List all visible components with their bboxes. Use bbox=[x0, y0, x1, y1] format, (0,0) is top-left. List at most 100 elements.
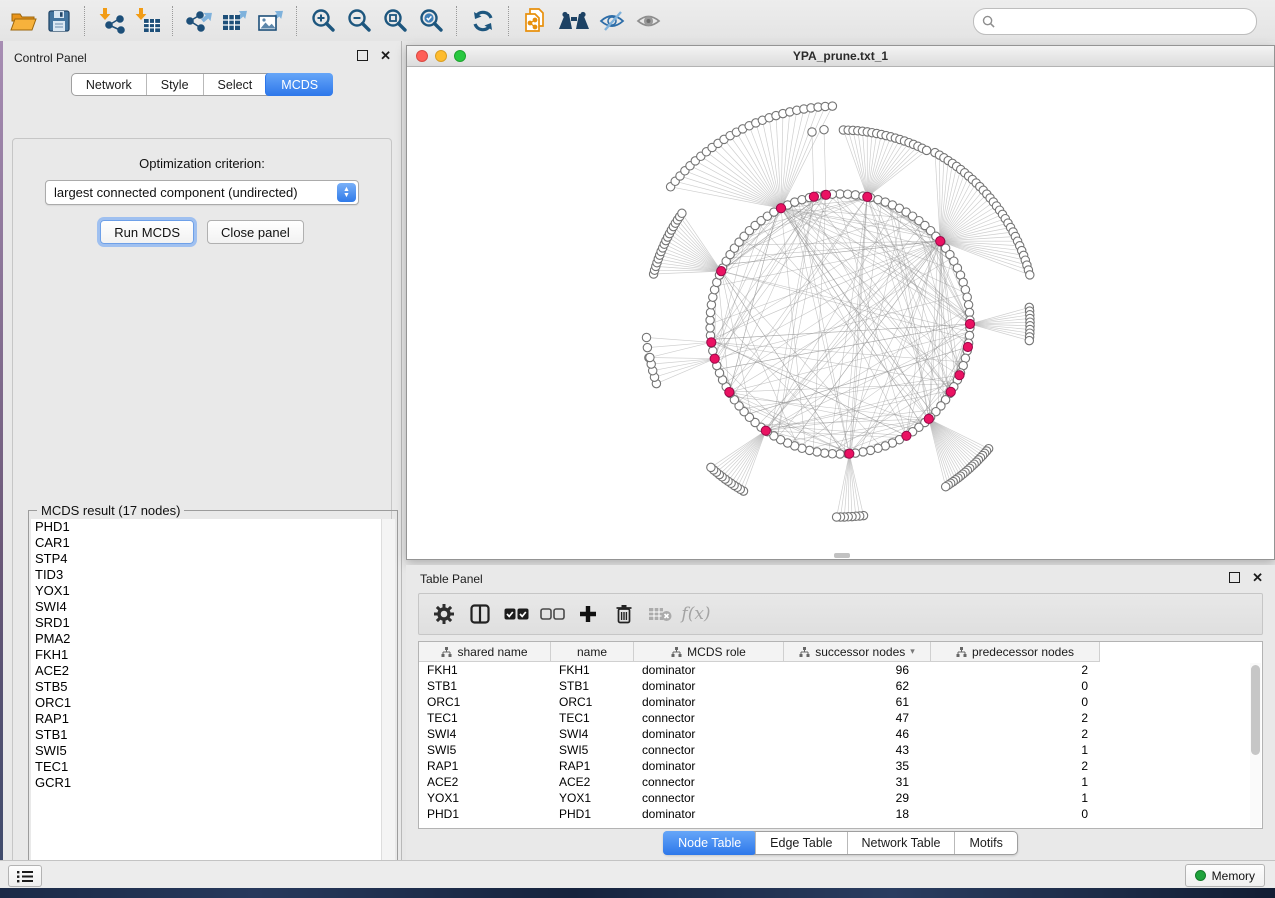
table-vscrollbar-thumb[interactable] bbox=[1251, 665, 1260, 755]
table-row[interactable]: ORC1ORC1dominator610 bbox=[419, 694, 1262, 710]
mcds-result-item[interactable]: PMA2 bbox=[31, 631, 382, 647]
toolbar-separator bbox=[172, 6, 174, 36]
table-row[interactable]: SWI4SWI4dominator462 bbox=[419, 726, 1262, 742]
network-window-titlebar[interactable]: YPA_prune.txt_1 bbox=[407, 46, 1274, 67]
mcds-result-item[interactable]: CAR1 bbox=[31, 535, 382, 551]
mcds-list-scrollbar[interactable] bbox=[381, 519, 395, 877]
hide-selected-button[interactable] bbox=[598, 6, 628, 36]
column-header-predecessor-nodes[interactable]: predecessor nodes bbox=[931, 642, 1100, 662]
close-panel-icon[interactable]: ✕ bbox=[380, 51, 391, 60]
table-settings-button[interactable] bbox=[429, 601, 459, 627]
task-list-icon bbox=[17, 870, 33, 883]
mcds-result-item[interactable]: ACE2 bbox=[31, 663, 382, 679]
float-table-panel-icon[interactable] bbox=[1229, 572, 1240, 583]
export-network-button[interactable] bbox=[184, 6, 214, 36]
tab-node-table[interactable]: Node Table bbox=[663, 831, 756, 855]
export-image-button[interactable] bbox=[256, 6, 286, 36]
tab-edge-table[interactable]: Edge Table bbox=[755, 832, 846, 854]
show-all-button[interactable] bbox=[634, 6, 664, 36]
column-header-shared-name[interactable]: shared name bbox=[419, 642, 551, 662]
export-table-button[interactable] bbox=[220, 6, 250, 36]
delete-table-button[interactable] bbox=[645, 601, 675, 627]
table-vscrollbar[interactable] bbox=[1250, 663, 1261, 827]
mcds-result-item[interactable]: GCR1 bbox=[31, 775, 382, 791]
network-hscrollbar-thumb[interactable] bbox=[834, 553, 850, 558]
tab-style[interactable]: Style bbox=[146, 74, 203, 95]
desktop-wallpaper-bottom bbox=[0, 888, 1275, 898]
column-header-name[interactable]: name bbox=[551, 642, 634, 662]
table-row[interactable]: YOX1YOX1connector291 bbox=[419, 790, 1262, 806]
mcds-result-item[interactable]: ORC1 bbox=[31, 695, 382, 711]
mcds-result-item[interactable]: FKH1 bbox=[31, 647, 382, 663]
save-session-button[interactable] bbox=[44, 6, 74, 36]
function-builder-button[interactable]: f(x) bbox=[681, 601, 711, 627]
mcds-result-item[interactable]: STB1 bbox=[31, 727, 382, 743]
export-network-icon bbox=[184, 7, 214, 34]
tab-select[interactable]: Select bbox=[203, 74, 267, 95]
mcds-result-item[interactable]: RAP1 bbox=[31, 711, 382, 727]
float-panel-icon[interactable] bbox=[357, 50, 368, 61]
minimize-window-icon[interactable] bbox=[435, 50, 447, 62]
column-header-MCDS-role[interactable]: MCDS role bbox=[634, 642, 784, 662]
zoom-in-button[interactable] bbox=[308, 6, 338, 36]
refresh-button[interactable] bbox=[468, 6, 498, 36]
import-table-button[interactable] bbox=[132, 6, 162, 36]
column-header-successor-nodes[interactable]: successor nodes▾ bbox=[784, 642, 931, 662]
save-floppy-icon bbox=[47, 9, 71, 33]
select-all-rows-button[interactable] bbox=[501, 601, 531, 627]
add-column-button[interactable] bbox=[573, 601, 603, 627]
mcds-result-item[interactable]: STP4 bbox=[31, 551, 382, 567]
zoom-out-button[interactable] bbox=[344, 6, 374, 36]
mcds-result-item[interactable]: SWI4 bbox=[31, 599, 382, 615]
search-field[interactable] bbox=[973, 8, 1257, 35]
run-mcds-button[interactable]: Run MCDS bbox=[100, 220, 194, 244]
delete-table-icon bbox=[648, 606, 672, 622]
tab-motifs[interactable]: Motifs bbox=[954, 832, 1016, 854]
table-row[interactable]: STB1STB1dominator620 bbox=[419, 678, 1262, 694]
network-graph[interactable] bbox=[407, 67, 1274, 559]
close-table-panel-icon[interactable]: ✕ bbox=[1252, 573, 1263, 582]
show-column-panel-button[interactable] bbox=[465, 601, 495, 627]
tab-network[interactable]: Network bbox=[72, 74, 146, 95]
mcds-result-item[interactable]: TEC1 bbox=[31, 759, 382, 775]
table-row[interactable]: ACE2ACE2connector311 bbox=[419, 774, 1262, 790]
mcds-result-item[interactable]: STB5 bbox=[31, 679, 382, 695]
delete-column-button[interactable] bbox=[609, 601, 639, 627]
tab-mcds[interactable]: MCDS bbox=[265, 73, 333, 96]
table-row[interactable]: FKH1FKH1dominator962 bbox=[419, 662, 1262, 678]
close-window-icon[interactable] bbox=[416, 50, 428, 62]
column-type-icon bbox=[441, 647, 452, 657]
optimization-criterion-label: Optimization criterion: bbox=[13, 156, 391, 171]
toolbar-separator bbox=[296, 6, 298, 36]
optimization-criterion-select[interactable]: largest connected component (undirected)… bbox=[45, 180, 359, 205]
duplicate-network-button[interactable] bbox=[520, 6, 550, 36]
columns-icon bbox=[470, 604, 490, 624]
find-button[interactable] bbox=[556, 6, 592, 36]
select-all-icon bbox=[504, 607, 529, 621]
import-network-button[interactable] bbox=[96, 6, 126, 36]
table-row[interactable]: RAP1RAP1dominator352 bbox=[419, 758, 1262, 774]
tab-network-table[interactable]: Network Table bbox=[847, 832, 955, 854]
maximize-window-icon[interactable] bbox=[454, 50, 466, 62]
status-bar: Memory bbox=[0, 860, 1275, 888]
mcds-result-item[interactable]: TID3 bbox=[31, 567, 382, 583]
mcds-result-item[interactable]: SWI5 bbox=[31, 743, 382, 759]
deselect-all-rows-button[interactable] bbox=[537, 601, 567, 627]
table-header-row: shared namename MCDS role successor node… bbox=[419, 642, 1262, 662]
open-session-button[interactable] bbox=[8, 6, 38, 36]
zoom-selected-button[interactable] bbox=[416, 6, 446, 36]
table-row[interactable]: TEC1TEC1connector472 bbox=[419, 710, 1262, 726]
memory-button[interactable]: Memory bbox=[1185, 864, 1265, 887]
column-type-icon bbox=[671, 647, 682, 657]
task-history-button[interactable] bbox=[8, 865, 42, 887]
table-row[interactable]: PHD1PHD1dominator180 bbox=[419, 806, 1262, 822]
toolbar-separator bbox=[84, 6, 86, 36]
mcds-result-item[interactable]: YOX1 bbox=[31, 583, 382, 599]
table-row[interactable]: SWI5SWI5connector431 bbox=[419, 742, 1262, 758]
network-canvas[interactable] bbox=[407, 67, 1274, 559]
mcds-result-item[interactable]: SRD1 bbox=[31, 615, 382, 631]
mcds-result-item[interactable]: PHD1 bbox=[31, 519, 382, 535]
zoom-fit-button[interactable] bbox=[380, 6, 410, 36]
close-panel-button[interactable]: Close panel bbox=[207, 220, 304, 244]
search-input[interactable] bbox=[995, 13, 1256, 31]
